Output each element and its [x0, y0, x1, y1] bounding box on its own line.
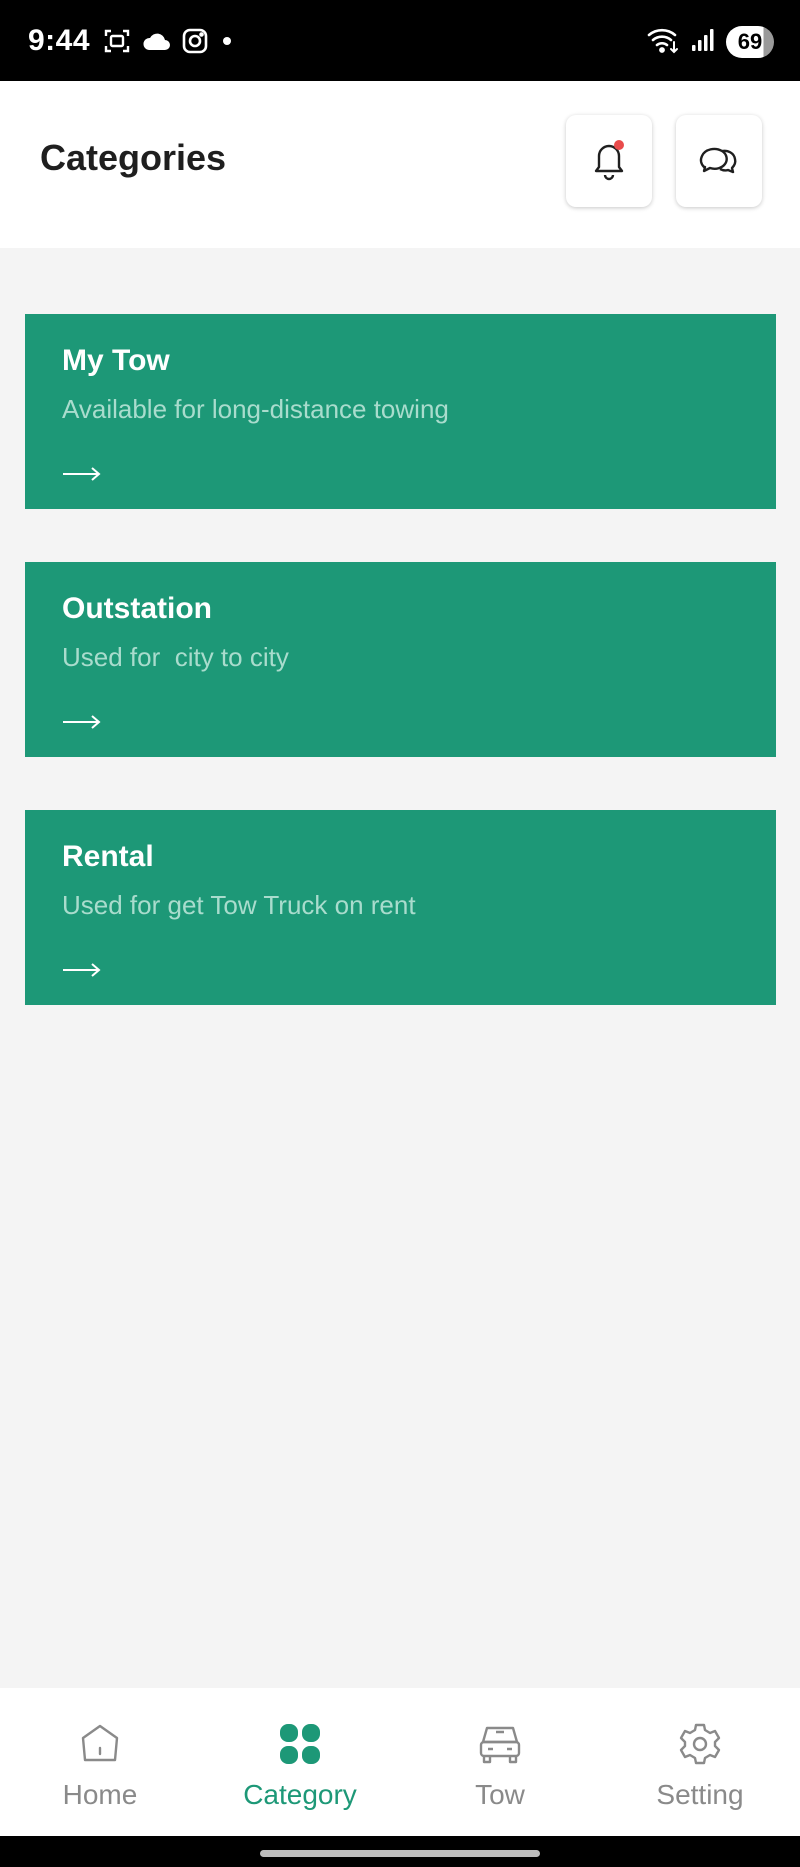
status-icons-left — [103, 28, 235, 58]
category-subtitle: Available for long-distance towing — [62, 394, 449, 424]
instagram-icon — [181, 27, 209, 60]
cloud-icon — [141, 30, 171, 57]
nav-label: Home — [62, 1779, 138, 1810]
nav-item-category[interactable]: Category — [200, 1688, 400, 1836]
page-title: Categories — [40, 137, 227, 178]
nav-item-setting[interactable]: Setting — [600, 1688, 800, 1836]
category-subtitle: Used for get Tow Truck on rent — [62, 890, 416, 920]
status-bar: 9:44 69 — [0, 0, 800, 81]
bottom-navigation: Home Category Tow Setting — [0, 1688, 800, 1836]
nav-item-home[interactable]: Home — [0, 1688, 200, 1836]
home-icon — [77, 1722, 123, 1771]
status-time: 9:44 — [28, 24, 91, 57]
gear-icon — [677, 1722, 723, 1771]
screenshot-icon — [103, 27, 131, 60]
category-title: Rental — [62, 840, 154, 873]
category-title: My Tow — [62, 344, 170, 377]
wifi-icon — [646, 26, 680, 59]
nav-label: Setting — [656, 1779, 744, 1810]
chat-bubbles-icon — [698, 139, 740, 184]
home-gesture-handle[interactable] — [260, 1850, 540, 1857]
notifications-button[interactable] — [566, 115, 652, 207]
status-icons-right: 69 — [646, 24, 774, 60]
nav-label: Tow — [475, 1779, 525, 1810]
page-header: Categories — [0, 81, 800, 248]
signal-icon — [690, 27, 716, 58]
category-subtitle: Used for city to city — [62, 642, 289, 672]
car-icon — [477, 1722, 523, 1771]
arrow-right-icon — [62, 960, 102, 985]
bell-icon — [589, 137, 629, 186]
arrow-right-icon — [62, 464, 102, 489]
nav-item-tow[interactable]: Tow — [400, 1688, 600, 1836]
category-card-rental[interactable]: Rental Used for get Tow Truck on rent — [25, 810, 776, 1005]
grid-icon — [277, 1722, 323, 1771]
dot-icon — [219, 33, 235, 54]
category-title: Outstation — [62, 592, 212, 625]
category-card-my-tow[interactable]: My Tow Available for long-distance towin… — [25, 314, 776, 509]
chat-button[interactable] — [676, 115, 762, 207]
nav-label: Category — [243, 1779, 357, 1810]
category-card-outstation[interactable]: Outstation Used for city to city — [25, 562, 776, 757]
arrow-right-icon — [62, 712, 102, 737]
battery-icon: 69 — [726, 26, 774, 58]
system-gesture-bar — [0, 1836, 800, 1867]
